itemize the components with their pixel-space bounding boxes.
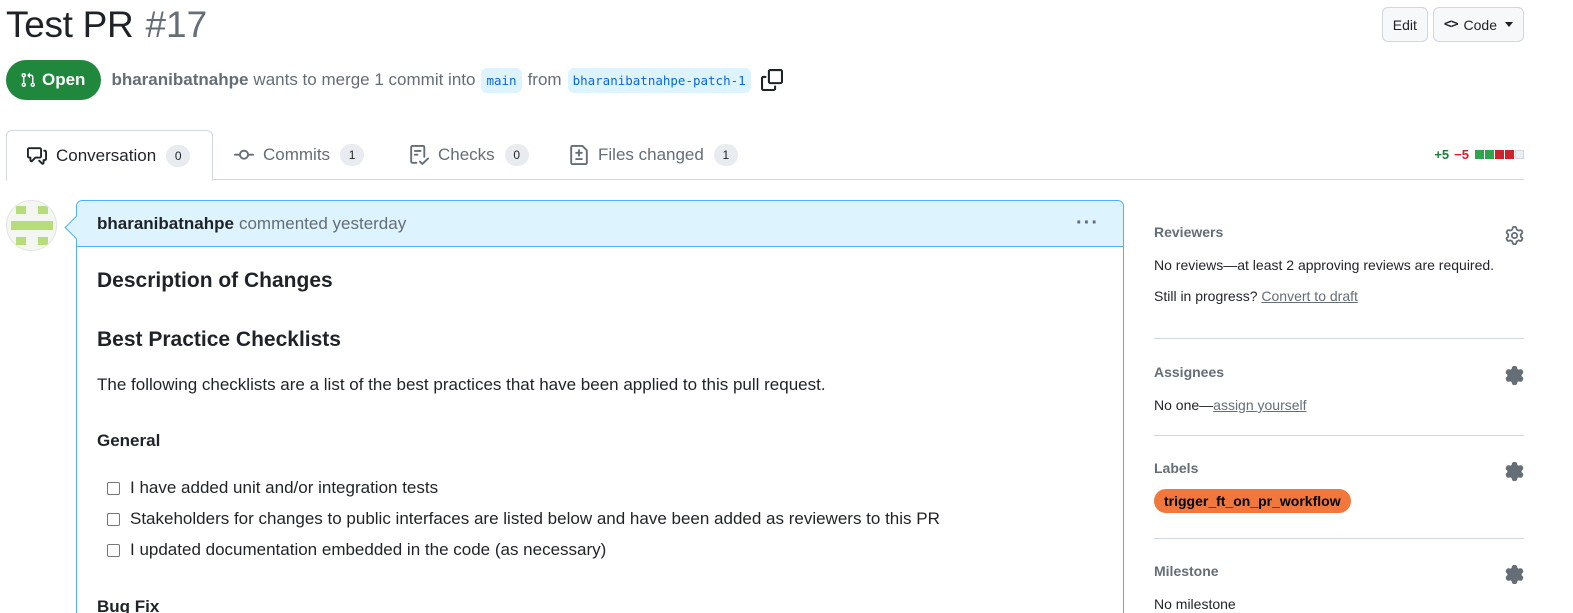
head-branch[interactable]: bharanibatnahpe-patch-1 (567, 67, 751, 93)
labels-list: trigger_ft_on_pr_workflow (1154, 489, 1524, 513)
task-checkbox[interactable] (107, 543, 120, 557)
caret-down-icon (1505, 22, 1513, 27)
diffstat-block (1475, 150, 1484, 159)
tab-label: Commits (263, 145, 331, 164)
tab-label: Conversation (56, 145, 157, 165)
git-pull-request-icon (21, 72, 36, 88)
pr-meta: Open bharanibatnahpe wants to merge 1 co… (6, 60, 783, 100)
draft-prompt-text: Still in progress? (1154, 288, 1258, 304)
labels-title[interactable]: Labels (1154, 460, 1524, 476)
task-checkbox[interactable] (107, 481, 120, 495)
task-label: I have added unit and/or integration tes… (130, 478, 439, 497)
tab-commits[interactable]: Commits 1 (214, 130, 384, 180)
tab-counter: 1 (713, 144, 738, 166)
milestone-status: No milestone (1154, 596, 1236, 612)
merge-text: wants to merge 1 commit into (253, 70, 476, 89)
tab-files-changed[interactable]: Files changed 1 (549, 130, 758, 180)
draft-prompt: Still in progress? Convert to draft (1154, 288, 1524, 304)
comment-discussion-icon (27, 146, 47, 165)
sidebar-labels: Labels trigger_ft_on_pr_workflow (1154, 460, 1524, 513)
file-diff-icon (570, 145, 588, 165)
task-item: I have added unit and/or integration tes… (107, 478, 438, 498)
sidebar-reviewers: Reviewers No reviews—at least 2 approvin… (1154, 224, 1524, 304)
tab-label: Files changed (598, 145, 704, 164)
assignees-status: No one—assign yourself (1154, 397, 1524, 413)
gear-icon[interactable] (1505, 565, 1524, 589)
comment-header: bharanibatnahpe commented yesterday ··· (77, 201, 1123, 247)
comment-author-link[interactable]: bharanibatnahpe (97, 214, 234, 234)
label-pill[interactable]: trigger_ft_on_pr_workflow (1154, 489, 1351, 513)
edit-button[interactable]: Edit (1381, 7, 1428, 42)
tab-conversation[interactable]: Conversation 0 (6, 130, 213, 181)
task-label: I updated documentation embedded in the … (130, 540, 607, 559)
avatar[interactable] (6, 200, 57, 251)
comment-box: bharanibatnahpe commented yesterday ··· … (76, 200, 1124, 613)
heading-description: Description of Changes (97, 269, 333, 292)
diffstat-block (1485, 150, 1494, 159)
tab-checks[interactable]: Checks 0 (389, 130, 549, 180)
copy-icon[interactable] (760, 69, 783, 91)
diffstat: +5 −5 (1434, 147, 1524, 162)
code-icon: <> (1443, 17, 1459, 32)
gear-icon[interactable] (1505, 226, 1524, 250)
gear-icon[interactable] (1505, 462, 1524, 486)
base-branch[interactable]: main (481, 67, 522, 93)
sidebar-assignees: Assignees No one—assign yourself (1154, 364, 1524, 413)
header-actions: Edit <> Code (1381, 7, 1524, 42)
code-button[interactable]: <> Code (1432, 7, 1524, 42)
tab-counter: 0 (166, 144, 191, 167)
pr-author-link[interactable]: bharanibatnahpe (111, 70, 248, 90)
reviewers-title[interactable]: Reviewers (1154, 224, 1524, 240)
tab-label: Checks (438, 145, 495, 164)
diff-blocks (1474, 150, 1524, 159)
heading-bug-fix: Bug Fix (97, 597, 160, 613)
state-badge: Open (6, 60, 102, 100)
pr-title: Test PR (6, 4, 134, 45)
diff-deletions: −5 (1454, 147, 1469, 162)
tab-counter: 0 (504, 144, 529, 166)
git-commit-icon (234, 149, 254, 160)
pr-tabs: Conversation 0 Commits 1 Checks 0 Files … (6, 130, 1524, 181)
assign-yourself-link[interactable]: assign yourself (1213, 397, 1306, 413)
intro-paragraph: The following checklists are a list of t… (97, 375, 826, 394)
task-item: Stakeholders for changes to public inter… (107, 509, 940, 529)
diffstat-block (1495, 150, 1504, 159)
comment-timestamp[interactable]: commented yesterday (239, 214, 406, 234)
diffstat-block (1515, 150, 1524, 159)
checklist-icon (410, 145, 429, 165)
convert-to-draft-link[interactable]: Convert to draft (1261, 288, 1358, 304)
assignees-title[interactable]: Assignees (1154, 364, 1524, 380)
from-text: from (527, 70, 562, 89)
sidebar-divider (1154, 435, 1524, 436)
reviewers-status: No reviews—at least 2 approving reviews … (1154, 257, 1495, 273)
pr-title-row: Test PR #17 (6, 4, 207, 46)
sidebar-divider (1154, 338, 1524, 339)
code-button-label: Code (1463, 16, 1497, 33)
heading-checklists: Best Practice Checklists (97, 328, 341, 351)
sidebar-milestone: Milestone No milestone (1154, 563, 1524, 612)
state-label: Open (42, 70, 86, 89)
tab-counter: 1 (340, 144, 365, 166)
task-label: Stakeholders for changes to public inter… (130, 509, 940, 528)
pr-number: #17 (145, 4, 208, 45)
task-checkbox[interactable] (107, 512, 120, 526)
sidebar-divider (1154, 538, 1524, 539)
diff-additions: +5 (1434, 147, 1450, 162)
kebab-horizontal-icon[interactable]: ··· (1076, 213, 1099, 233)
assignees-text: No one— (1154, 397, 1214, 413)
gear-icon[interactable] (1505, 366, 1524, 390)
task-item: I updated documentation embedded in the … (107, 540, 606, 560)
milestone-title[interactable]: Milestone (1154, 563, 1524, 579)
heading-general: General (97, 431, 161, 450)
diffstat-block (1505, 150, 1514, 159)
